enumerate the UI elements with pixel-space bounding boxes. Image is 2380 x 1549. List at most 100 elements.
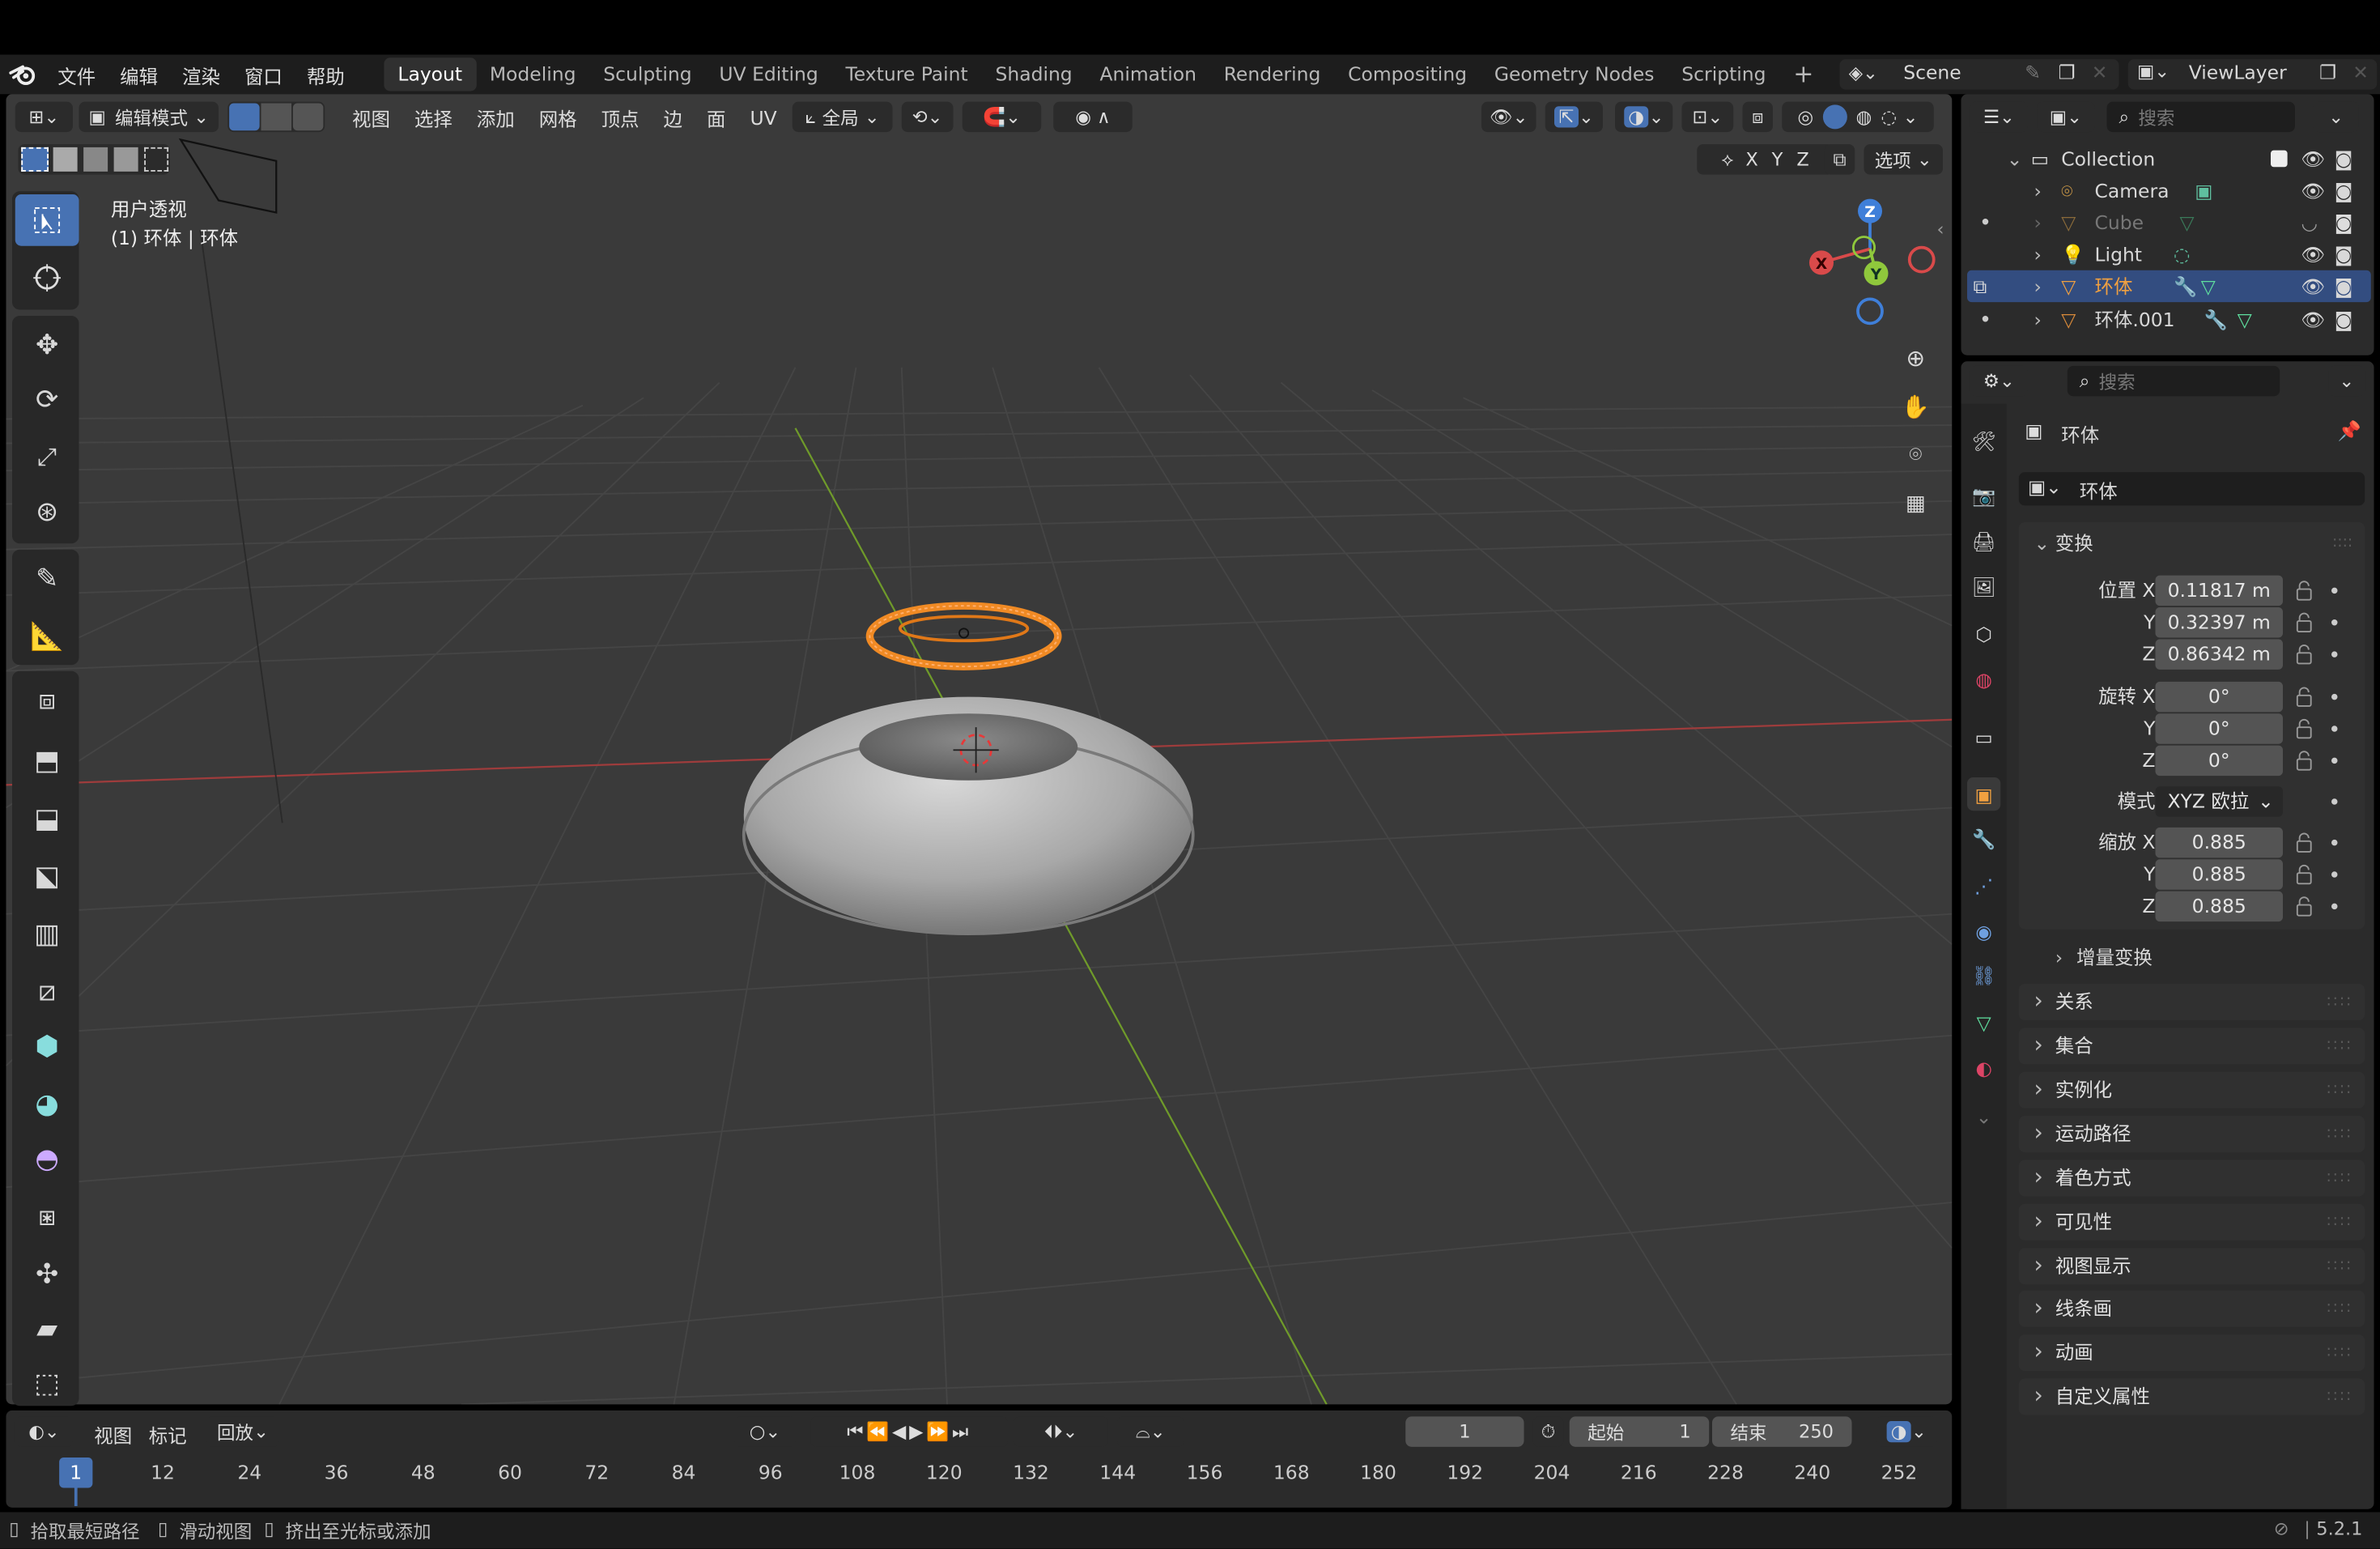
lock-icon[interactable] [2295,896,2314,917]
render-icon[interactable]: ◙ [2335,175,2353,206]
zoom-icon[interactable]: ⊕ [1898,340,1934,377]
mirror-y[interactable]: Y [1772,149,1783,170]
menu-view[interactable]: 视图 [340,103,402,132]
tab-geometry-nodes[interactable]: Geometry Nodes [1481,57,1668,91]
perspective-toggle-icon[interactable]: ▦ [1898,486,1934,522]
collection-props-icon[interactable]: ▭ [1967,720,2000,753]
render-icon[interactable]: ◙ [2335,304,2353,335]
pan-hand-icon[interactable]: ✋ [1898,389,1934,425]
menu-file[interactable]: 文件 [45,60,108,89]
chevron-right-icon[interactable]: › [2034,175,2042,206]
keyframe-dot[interactable] [2331,871,2338,878]
scene-selector[interactable]: ◈⌄ Scene ✎ ❐ ✕ [1839,59,2119,90]
timeline-menu-view[interactable]: 视图 [82,1419,144,1449]
solid-shading-icon[interactable] [1822,104,1847,130]
face-select-icon[interactable] [292,103,324,131]
lock-icon[interactable] [2295,580,2314,601]
jump-start-icon[interactable]: ⏮ [847,1420,866,1443]
rendered-shading-icon[interactable]: ◌ [1881,106,1898,127]
rotation-z-field[interactable]: 0° [2155,745,2283,777]
object-datablock-icon[interactable]: ▣⌄ [2028,475,2062,498]
frame-step-controls[interactable]: ⏴⏵⌄ [1014,1416,1108,1447]
annotate-tool-icon[interactable]: ✎ [15,553,79,605]
menu-render[interactable]: 渲染 [170,60,232,89]
edge-select-icon[interactable] [261,103,291,131]
transform-tool-icon[interactable]: ⊛ [15,486,79,538]
poly-build-tool-icon[interactable]: ⬢ [15,1020,79,1072]
outliner-display-mode[interactable]: ▣⌄ [2037,101,2095,133]
timeline-overlay-toggle[interactable]: ◑ ⌄ [1876,1416,1937,1447]
render-icon[interactable]: ◙ [2335,206,2353,238]
editor-type-dropdown[interactable]: ⊞⌄ [15,101,73,133]
section-instancing[interactable]: 实例化:::: [2018,1070,2365,1109]
eye-closed-icon[interactable]: ◡ [2301,206,2318,238]
new-scene-icon[interactable]: ❐ [2059,61,2076,83]
pivot-dropdown[interactable]: ⟲⌄ [901,101,954,133]
add-cube-tool-icon[interactable]: ⧈ [15,674,79,726]
snap-toggle[interactable]: 🧲⌄ [962,101,1042,133]
outliner-row-camera[interactable]: › ⌾ Camera ▣ 👁 ◙ [1967,175,2371,206]
xray-toggle[interactable]: ⧈ [1742,101,1773,133]
section-collections[interactable]: 集合:::: [2018,1027,2365,1065]
tab-modeling[interactable]: Modeling [476,57,589,91]
render-icon[interactable]: ◙ [2335,143,2353,174]
render-props-icon[interactable]: 📷 [1967,480,2000,513]
tab-shading[interactable]: Shading [982,57,1086,91]
playback-controls[interactable]: ⏮ ⏪ ◀ ▶ ⏩ ⏭ [810,1416,1008,1447]
scale-tool-icon[interactable]: ⤢ [15,432,79,483]
outliner-search-input[interactable]: ⌕ 搜索 [2106,101,2295,133]
section-relations[interactable]: 关系:::: [2018,982,2365,1020]
keyframe-dot[interactable] [2331,726,2338,732]
keyframe-dot[interactable] [2331,798,2338,805]
chevron-right-icon[interactable]: › [2034,270,2042,302]
current-frame-field[interactable]: 1 [1405,1416,1524,1447]
menu-edit[interactable]: 编辑 [108,60,170,89]
lock-icon[interactable] [2295,718,2314,739]
tab-animation[interactable]: Animation [1086,57,1210,91]
modifier-props-icon[interactable]: 🔧 [1967,823,2000,856]
move-tool-icon[interactable]: ✥ [15,319,79,371]
menu-edge[interactable]: 边 [652,103,695,132]
lock-icon[interactable] [2295,864,2314,885]
collection-checkbox[interactable] [2271,150,2288,168]
options-dropdown[interactable]: 选项 ⌄ [1864,144,1943,175]
proportional-edit-toggle[interactable]: ◉ ∧ [1053,101,1133,133]
edit-dot-icon[interactable] [1982,219,1989,225]
navigation-gizmo[interactable]: Z X Y [1800,194,1937,331]
edit-dot-icon[interactable] [1982,316,1989,322]
lock-icon[interactable] [2295,750,2314,771]
playback-dropdown[interactable]: 回放 ⌄ [206,1416,279,1447]
rotation-x-field[interactable]: 0° [2155,681,2283,713]
physics-props-icon[interactable]: ◉ [1967,914,2000,947]
render-icon[interactable]: ◙ [2335,238,2353,270]
properties-editor-type[interactable]: ⚙⌄ [1970,365,2028,397]
sidebar-toggle-icon[interactable]: ‹ [1937,219,1944,240]
timeline-editor-type[interactable]: ◐⌄ [15,1416,73,1447]
new-view-layer-icon[interactable]: ❐ [2319,61,2336,83]
rip-tool-icon[interactable]: ⬚ [15,1357,79,1409]
mirror-z[interactable]: Z [1796,149,1808,170]
location-z-field[interactable]: 0.86342 m [2155,639,2283,670]
tab-layout[interactable]: Layout [384,57,476,91]
transform-header[interactable]: ⌄ 变换 :::: [2019,526,2365,562]
delete-view-layer-icon[interactable]: ✕ [2352,61,2369,83]
chevron-right-icon[interactable]: › [2034,206,2042,238]
location-x-field[interactable]: 0.11817 m [2155,575,2283,606]
play-reverse-icon[interactable]: ◀ [892,1421,909,1442]
torus-gray[interactable] [742,696,1195,935]
jump-end-icon[interactable]: ⏭ [952,1420,971,1443]
select-subtract-icon[interactable] [83,147,108,172]
eye-icon[interactable]: 👁 [2301,270,2326,302]
outliner-filter-dropdown[interactable]: ⌄ [2313,101,2359,133]
shrink-fatten-tool-icon[interactable]: ✣ [15,1248,79,1300]
mirror-x[interactable]: X [1745,149,1757,170]
timeline-menu-marker[interactable]: 标记 [137,1419,199,1449]
material-props-icon[interactable]: ◐ [1967,1051,2000,1084]
menu-add[interactable]: 添加 [465,103,527,132]
tab-rendering[interactable]: Rendering [1210,57,1334,91]
select-extend-icon[interactable] [52,147,77,172]
scale-z-field[interactable]: 0.885 [2155,891,2283,922]
cursor-tool-icon[interactable] [15,252,79,304]
visibility-dropdown[interactable]: 👁⌄ [1481,101,1536,133]
viewport-scene[interactable] [6,94,1953,1405]
